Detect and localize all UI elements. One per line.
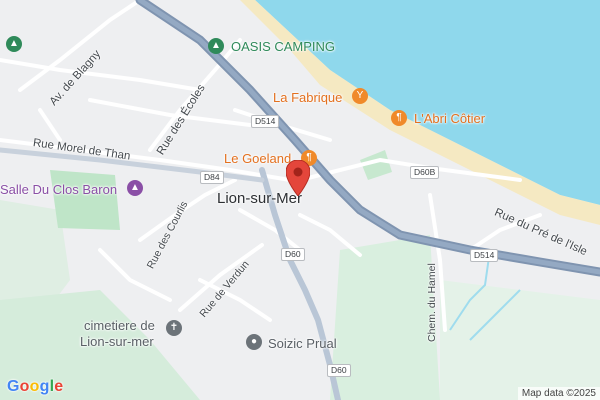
shield-d84: D84 xyxy=(200,171,224,184)
poi-la-fabrique[interactable]: La Fabrique xyxy=(273,90,342,105)
shield-d514-right: D514 xyxy=(470,249,499,262)
park-clos-baron xyxy=(50,170,120,230)
shield-d514-top: D514 xyxy=(251,115,280,128)
camping-icon[interactable]: ▲ xyxy=(6,36,22,52)
poi-salle-du-clos-baron[interactable]: Salle Du Clos Baron xyxy=(0,182,117,197)
shield-d60b: D60B xyxy=(410,166,440,179)
shield-d60-mid: D60 xyxy=(281,248,305,261)
shield-d60-bottom: D60 xyxy=(327,364,351,377)
poi-cimetiere-line1[interactable]: cimetiere de xyxy=(84,318,155,333)
cemetery-icon[interactable]: ✝ xyxy=(166,320,182,336)
landmark-icon[interactable]: ▲ xyxy=(127,180,143,196)
poi-cimetiere-line2[interactable]: Lion-sur-mer xyxy=(80,334,154,349)
place-icon[interactable]: ● xyxy=(246,334,262,350)
poi-le-goeland[interactable]: Le Goeland xyxy=(224,151,291,166)
map-attribution[interactable]: Map data ©2025 xyxy=(517,387,600,400)
poi-abri-cotier[interactable]: L'Abri Côtier xyxy=(414,111,485,126)
map-canvas[interactable]: Av. de Blagny Rue Morel de Than Rue des … xyxy=(0,0,600,400)
poi-oasis-camping[interactable]: OASIS CAMPING xyxy=(231,39,335,54)
map-pin-icon[interactable] xyxy=(286,160,310,196)
street-chem-du-hamel: Chem. du Hamel xyxy=(426,263,438,342)
poi-soizic-prual[interactable]: Soizic Prual xyxy=(268,336,337,351)
google-logo[interactable]: Google xyxy=(7,378,63,396)
park-southeast xyxy=(440,280,600,400)
cocktail-icon[interactable]: Y xyxy=(352,88,368,104)
fork-knife-icon[interactable]: ¶ xyxy=(391,110,407,126)
camping-icon[interactable]: ▲ xyxy=(208,38,224,54)
